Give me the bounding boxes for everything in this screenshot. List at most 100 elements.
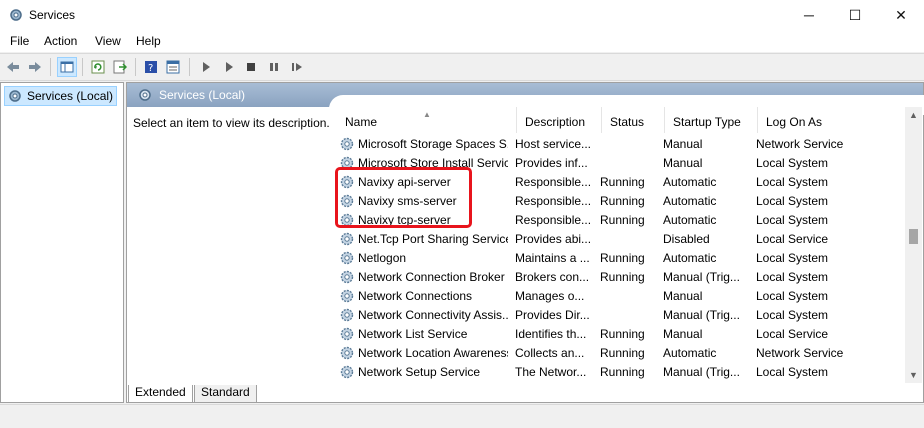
cell-status: Running	[600, 194, 645, 208]
cell-startup: Manual	[663, 137, 703, 151]
show-hide-tree-icon[interactable]	[57, 57, 77, 77]
start-service-alt-icon[interactable]	[219, 57, 239, 77]
cell-name: Network Location Awareness	[358, 346, 508, 360]
stop-service-icon[interactable]	[241, 57, 261, 77]
cell-description: Provides Dir...	[515, 308, 590, 322]
description-text: Select an item to view its description.	[133, 116, 330, 130]
cell-description: Provides abi...	[515, 232, 591, 246]
back-icon[interactable]	[3, 57, 23, 77]
title-bar: Services ─ ☐ ✕	[0, 0, 924, 30]
service-row[interactable]: Network Connections Manages o... Manual Loc…	[331, 287, 907, 306]
cell-name: Network Setup Service	[358, 365, 481, 379]
cell-description: Manages o...	[515, 289, 585, 303]
column-header-startup-type[interactable]: Startup Type	[666, 107, 758, 133]
tree-item-services-local[interactable]: Services (Local)	[4, 86, 118, 106]
cell-description: Identifies th...	[515, 327, 587, 341]
vertical-scrollbar[interactable]: ▲ ▼	[905, 107, 922, 383]
forward-icon[interactable]	[25, 57, 45, 77]
service-gear-icon	[340, 137, 354, 151]
cell-status: Running	[600, 270, 645, 284]
cell-startup: Manual	[663, 289, 703, 303]
cell-logon: Local System	[756, 270, 829, 284]
service-row[interactable]: Network Connection Broker Brokers con... R…	[331, 268, 907, 287]
cell-description: Maintains a ...	[515, 251, 590, 265]
services-list: ▲ Name Description Status Startup Type L…	[331, 107, 907, 383]
cell-status: Running	[600, 251, 645, 265]
service-gear-icon	[340, 346, 354, 360]
close-button[interactable]: ✕	[878, 0, 924, 30]
column-header-description[interactable]: Description	[518, 107, 602, 133]
sort-ascending-icon: ▲	[423, 110, 431, 119]
cell-status: Running	[600, 346, 645, 360]
menu-help[interactable]: Help	[136, 34, 161, 48]
refresh-icon[interactable]	[88, 57, 108, 77]
cell-logon: Local System	[756, 251, 829, 265]
gear-icon	[9, 90, 21, 102]
column-header-log-on-as[interactable]: Log On As	[759, 107, 907, 133]
column-header-status[interactable]: Status	[603, 107, 665, 133]
start-service-icon[interactable]	[196, 57, 216, 77]
scrollbar-thumb[interactable]	[909, 229, 918, 244]
status-bar	[0, 404, 924, 428]
scroll-up-icon[interactable]: ▲	[905, 107, 922, 123]
cell-logon: Network Service	[756, 137, 844, 151]
cell-startup: Manual (Trig...	[663, 308, 740, 322]
cell-description: Responsible...	[515, 175, 591, 189]
resume-service-icon[interactable]	[287, 57, 307, 77]
pause-service-icon[interactable]	[264, 57, 284, 77]
gear-icon	[10, 9, 22, 21]
cell-description: Provides inf...	[515, 156, 588, 170]
service-row[interactable]: Network Connectivity Assis... Provides Di…	[331, 306, 907, 325]
help-icon[interactable]: ?	[141, 57, 161, 77]
cell-logon: Local System	[756, 365, 829, 379]
cell-startup: Automatic	[663, 175, 717, 189]
toolbar-separator	[189, 58, 190, 76]
cell-name: Network Connections	[358, 289, 473, 303]
service-row[interactable]: Network Location Awareness Collects an...…	[331, 344, 907, 363]
tab-extended[interactable]: Extended	[128, 385, 193, 403]
service-gear-icon	[340, 308, 354, 322]
service-row[interactable]: Network List Service Identifies th... Runn…	[331, 325, 907, 344]
cell-description: Collects an...	[515, 346, 585, 360]
toolbar-separator	[135, 58, 136, 76]
cell-logon: Local System	[756, 308, 829, 322]
export-list-icon[interactable]	[110, 57, 130, 77]
gear-icon	[139, 89, 151, 101]
cell-startup: Manual	[663, 156, 703, 170]
service-row[interactable]: Net.Tcp Port Sharing Service Provides abi…	[331, 230, 907, 249]
cell-description: Responsible...	[515, 194, 591, 208]
cell-startup: Manual (Trig...	[663, 270, 740, 284]
service-row[interactable]: Microsoft Storage Spaces S... Host servic…	[331, 135, 907, 154]
minimize-button[interactable]: ─	[786, 0, 832, 30]
service-row[interactable]: Netlogon Maintains a ... Running Automatic L…	[331, 249, 907, 268]
pane-header-title: Services (Local)	[159, 88, 246, 102]
service-row[interactable]: Network Setup Service The Networ... Runnin…	[331, 363, 907, 382]
view-tabs: Extended Standard	[126, 385, 426, 403]
pane-header: Services (Local)	[127, 83, 924, 115]
scroll-down-icon[interactable]: ▼	[905, 367, 922, 383]
cell-startup: Automatic	[663, 194, 717, 208]
console-tree: Services (Local)	[0, 82, 124, 403]
properties-icon[interactable]	[163, 57, 183, 77]
service-gear-icon	[340, 365, 354, 379]
toolbar: ?	[0, 53, 924, 81]
cell-name: Network Connectivity Assis...	[358, 308, 508, 322]
menu-view[interactable]: View	[95, 34, 121, 48]
cell-description: The Networ...	[515, 365, 587, 379]
menu-action[interactable]: Action	[44, 34, 77, 48]
tree-item-label: Services (Local)	[27, 89, 114, 103]
menu-bar: File Action View Help	[0, 30, 924, 52]
cell-description: Brokers con...	[515, 270, 590, 284]
tab-standard[interactable]: Standard	[194, 385, 257, 403]
cell-status: Running	[600, 365, 645, 379]
maximize-button[interactable]: ☐	[832, 0, 878, 30]
cell-logon: Local Service	[756, 327, 829, 341]
cell-logon: Local Service	[756, 232, 829, 246]
menu-file[interactable]: File	[10, 34, 29, 48]
service-gear-icon	[340, 251, 354, 265]
column-header-name[interactable]: ▲ Name	[331, 107, 517, 133]
service-gear-icon	[340, 270, 354, 284]
cell-name: Network Connection Broker	[358, 270, 505, 284]
cell-name: Microsoft Storage Spaces S...	[358, 137, 508, 151]
cell-name: Network List Service	[358, 327, 468, 341]
